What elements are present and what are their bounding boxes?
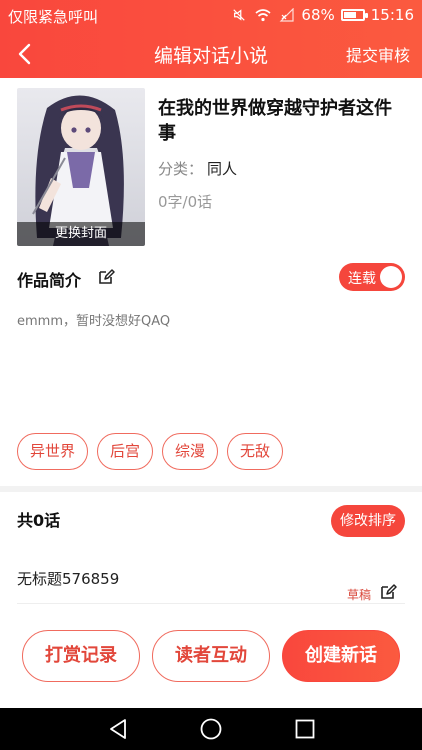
- app-header: 仅限紧急呼叫 68% 15:16 编辑对话小说 提交审核: [0, 0, 422, 78]
- serial-toggle[interactable]: 连载: [339, 263, 405, 291]
- chapter-row[interactable]: 无标题576859 草稿: [17, 556, 405, 604]
- tag-chip[interactable]: 异世界: [17, 433, 89, 470]
- reward-history-button[interactable]: 打赏记录: [22, 630, 140, 682]
- tag-list: 异世界 后宫 综漫 无敌: [17, 433, 284, 470]
- book-cover[interactable]: 更换封面: [17, 88, 145, 246]
- edit-icon[interactable]: [379, 583, 397, 601]
- clock: 15:16: [370, 6, 414, 24]
- status-icons: 68% 15:16: [231, 6, 414, 24]
- create-chapter-button[interactable]: 创建新话: [282, 630, 400, 682]
- tag-chip[interactable]: 综漫: [162, 433, 219, 470]
- intro-text[interactable]: emmm，暂时没想好QAQ: [17, 310, 170, 329]
- wifi-icon: [255, 9, 271, 22]
- reader-interaction-button[interactable]: 读者互动: [152, 630, 270, 682]
- navbar: 编辑对话小说 提交审核: [0, 30, 422, 78]
- book-title: 在我的世界做穿越守护者这件事: [158, 98, 392, 144]
- chapter-title: 无标题576859: [17, 570, 120, 588]
- mute-icon: [233, 9, 246, 21]
- recents-square-icon[interactable]: [293, 717, 317, 741]
- category-label: 分类：: [158, 160, 204, 178]
- submit-review-button[interactable]: 提交审核: [346, 42, 410, 66]
- toggle-knob: [380, 266, 402, 288]
- section-divider: [0, 486, 422, 492]
- category: 分类： 同人: [158, 158, 237, 179]
- serial-toggle-label: 连载: [348, 271, 376, 287]
- draft-badge: 草稿: [346, 588, 371, 602]
- change-cover-label: 更换封面: [17, 222, 145, 246]
- word-chapter-count: 0字/0话: [158, 193, 213, 211]
- back-triangle-icon[interactable]: [106, 717, 130, 741]
- edit-icon[interactable]: [97, 268, 115, 286]
- carrier-text: 仅限紧急呼叫: [8, 8, 99, 26]
- system-nav-bar: [0, 708, 422, 750]
- battery-percent: 68%: [301, 6, 335, 24]
- battery-icon: [340, 9, 368, 21]
- no-sim-icon: [279, 8, 295, 22]
- intro-label: 作品简介: [17, 271, 82, 290]
- bottom-action-bar: 打赏记录 读者互动 创建新话: [0, 612, 422, 708]
- reorder-button[interactable]: 修改排序: [331, 505, 405, 537]
- tag-chip[interactable]: 后宫: [97, 433, 154, 470]
- chapter-count: 共0话: [17, 511, 61, 530]
- tag-chip[interactable]: 无敌: [227, 433, 284, 470]
- category-value: 同人: [207, 160, 238, 178]
- status-bar: 仅限紧急呼叫 68% 15:16: [0, 0, 422, 30]
- home-circle-icon[interactable]: [199, 717, 223, 741]
